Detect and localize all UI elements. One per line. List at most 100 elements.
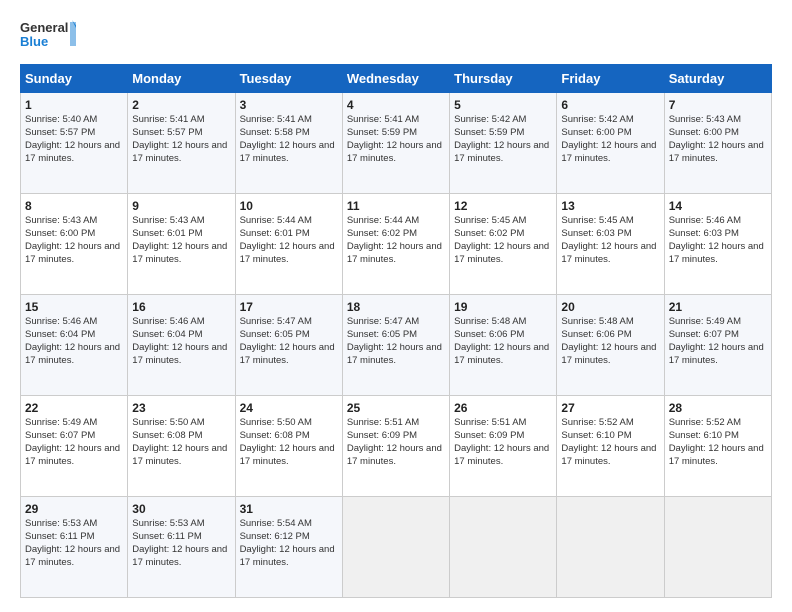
header: General Blue xyxy=(20,18,772,54)
sunrise: Sunrise: 5:48 AM xyxy=(454,316,526,327)
logo: General Blue xyxy=(20,18,76,54)
sunrise: Sunrise: 5:41 AM xyxy=(132,114,204,125)
week-row-3: 15Sunrise: 5:46 AMSunset: 6:04 PMDayligh… xyxy=(21,295,772,396)
sunrise: Sunrise: 5:44 AM xyxy=(240,215,312,226)
svg-text:General: General xyxy=(20,20,68,35)
sunrise: Sunrise: 5:46 AM xyxy=(669,215,741,226)
sunrise: Sunrise: 5:43 AM xyxy=(132,215,204,226)
daylight: Daylight: 12 hours and 17 minutes. xyxy=(454,443,549,467)
day-number: 29 xyxy=(25,501,123,517)
sunrise: Sunrise: 5:44 AM xyxy=(347,215,419,226)
day-number: 4 xyxy=(347,97,445,113)
day-number: 30 xyxy=(132,501,230,517)
sunrise: Sunrise: 5:42 AM xyxy=(454,114,526,125)
day-number: 13 xyxy=(561,198,659,214)
sunset: Sunset: 6:01 PM xyxy=(132,228,202,239)
sunrise: Sunrise: 5:52 AM xyxy=(561,417,633,428)
day-number: 28 xyxy=(669,400,767,416)
sunrise: Sunrise: 5:50 AM xyxy=(240,417,312,428)
daylight: Daylight: 12 hours and 17 minutes. xyxy=(561,342,656,366)
daylight: Daylight: 12 hours and 17 minutes. xyxy=(561,241,656,265)
week-row-2: 8Sunrise: 5:43 AMSunset: 6:00 PMDaylight… xyxy=(21,194,772,295)
calendar-cell: 22Sunrise: 5:49 AMSunset: 6:07 PMDayligh… xyxy=(21,396,128,497)
day-number: 1 xyxy=(25,97,123,113)
sunset: Sunset: 5:57 PM xyxy=(132,127,202,138)
daylight: Daylight: 12 hours and 17 minutes. xyxy=(240,342,335,366)
sunset: Sunset: 6:00 PM xyxy=(561,127,631,138)
day-number: 31 xyxy=(240,501,338,517)
calendar-cell: 28Sunrise: 5:52 AMSunset: 6:10 PMDayligh… xyxy=(664,396,771,497)
daylight: Daylight: 12 hours and 17 minutes. xyxy=(561,140,656,164)
sunrise: Sunrise: 5:46 AM xyxy=(25,316,97,327)
sunset: Sunset: 6:03 PM xyxy=(669,228,739,239)
day-number: 5 xyxy=(454,97,552,113)
sunset: Sunset: 6:10 PM xyxy=(669,430,739,441)
day-number: 8 xyxy=(25,198,123,214)
sunset: Sunset: 6:02 PM xyxy=(454,228,524,239)
sunset: Sunset: 6:00 PM xyxy=(25,228,95,239)
calendar-cell: 2Sunrise: 5:41 AMSunset: 5:57 PMDaylight… xyxy=(128,93,235,194)
sunrise: Sunrise: 5:52 AM xyxy=(669,417,741,428)
day-number: 16 xyxy=(132,299,230,315)
calendar-cell: 12Sunrise: 5:45 AMSunset: 6:02 PMDayligh… xyxy=(450,194,557,295)
calendar-cell: 4Sunrise: 5:41 AMSunset: 5:59 PMDaylight… xyxy=(342,93,449,194)
day-number: 10 xyxy=(240,198,338,214)
sunrise: Sunrise: 5:48 AM xyxy=(561,316,633,327)
sunrise: Sunrise: 5:43 AM xyxy=(25,215,97,226)
sunset: Sunset: 6:12 PM xyxy=(240,531,310,542)
daylight: Daylight: 12 hours and 17 minutes. xyxy=(669,342,764,366)
day-header-wednesday: Wednesday xyxy=(342,65,449,93)
daylight: Daylight: 12 hours and 17 minutes. xyxy=(132,443,227,467)
sunset: Sunset: 6:11 PM xyxy=(25,531,95,542)
sunset: Sunset: 6:06 PM xyxy=(454,329,524,340)
daylight: Daylight: 12 hours and 17 minutes. xyxy=(347,140,442,164)
sunset: Sunset: 6:02 PM xyxy=(347,228,417,239)
sunset: Sunset: 6:07 PM xyxy=(25,430,95,441)
daylight: Daylight: 12 hours and 17 minutes. xyxy=(132,241,227,265)
day-number: 9 xyxy=(132,198,230,214)
sunset: Sunset: 6:09 PM xyxy=(347,430,417,441)
sunrise: Sunrise: 5:40 AM xyxy=(25,114,97,125)
calendar-cell: 10Sunrise: 5:44 AM Sunset: 6:01 PM Dayligh… xyxy=(235,194,342,295)
sunset: Sunset: 5:58 PM xyxy=(240,127,310,138)
sunrise: Sunrise: 5:49 AM xyxy=(25,417,97,428)
daylight: Daylight: 12 hours and 17 minutes. xyxy=(132,140,227,164)
day-number: 21 xyxy=(669,299,767,315)
sunset: Sunset: 6:04 PM xyxy=(25,329,95,340)
sunrise: Sunrise: 5:45 AM xyxy=(561,215,633,226)
daylight: Daylight: 12 hours and 17 minutes. xyxy=(347,443,442,467)
day-number: 17 xyxy=(240,299,338,315)
daylight: Daylight: 12 hours and 17 minutes. xyxy=(132,544,227,568)
calendar-cell xyxy=(450,497,557,598)
calendar-cell: 23Sunrise: 5:50 AMSunset: 6:08 PMDayligh… xyxy=(128,396,235,497)
calendar-cell xyxy=(557,497,664,598)
calendar-cell: 8Sunrise: 5:43 AMSunset: 6:00 PMDaylight… xyxy=(21,194,128,295)
day-number: 27 xyxy=(561,400,659,416)
sunset: Sunset: 6:00 PM xyxy=(669,127,739,138)
sunrise: Sunrise: 5:53 AM xyxy=(132,518,204,529)
sunset: Sunset: 6:08 PM xyxy=(240,430,310,441)
daylight: Daylight: 12 hours and 17 minutes. xyxy=(240,241,335,265)
daylight: Daylight: 12 hours and 17 minutes. xyxy=(25,140,120,164)
daylight: Daylight: 12 hours and 17 minutes. xyxy=(454,140,549,164)
calendar-cell: 11Sunrise: 5:44 AMSunset: 6:02 PMDayligh… xyxy=(342,194,449,295)
daylight: Daylight: 12 hours and 17 minutes. xyxy=(454,342,549,366)
day-number: 11 xyxy=(347,198,445,214)
day-number: 7 xyxy=(669,97,767,113)
sunset: Sunset: 6:01 PM xyxy=(240,228,310,239)
calendar-cell: 17Sunrise: 5:47 AMSunset: 6:05 PMDayligh… xyxy=(235,295,342,396)
calendar-cell: 18Sunrise: 5:47 AMSunset: 6:05 PMDayligh… xyxy=(342,295,449,396)
sunrise: Sunrise: 5:47 AM xyxy=(347,316,419,327)
sunset: Sunset: 6:10 PM xyxy=(561,430,631,441)
sunrise: Sunrise: 5:54 AM xyxy=(240,518,312,529)
sunrise: Sunrise: 5:41 AM xyxy=(347,114,419,125)
daylight: Daylight: 12 hours and 17 minutes. xyxy=(347,342,442,366)
day-header-tuesday: Tuesday xyxy=(235,65,342,93)
sunset: Sunset: 6:06 PM xyxy=(561,329,631,340)
calendar-cell: 25Sunrise: 5:51 AMSunset: 6:09 PMDayligh… xyxy=(342,396,449,497)
sunset: Sunset: 6:05 PM xyxy=(240,329,310,340)
day-header-monday: Monday xyxy=(128,65,235,93)
calendar-table: SundayMondayTuesdayWednesdayThursdayFrid… xyxy=(20,64,772,598)
week-row-1: 1Sunrise: 5:40 AM Sunset: 5:57 PM Daylight… xyxy=(21,93,772,194)
sunrise: Sunrise: 5:41 AM xyxy=(240,114,312,125)
